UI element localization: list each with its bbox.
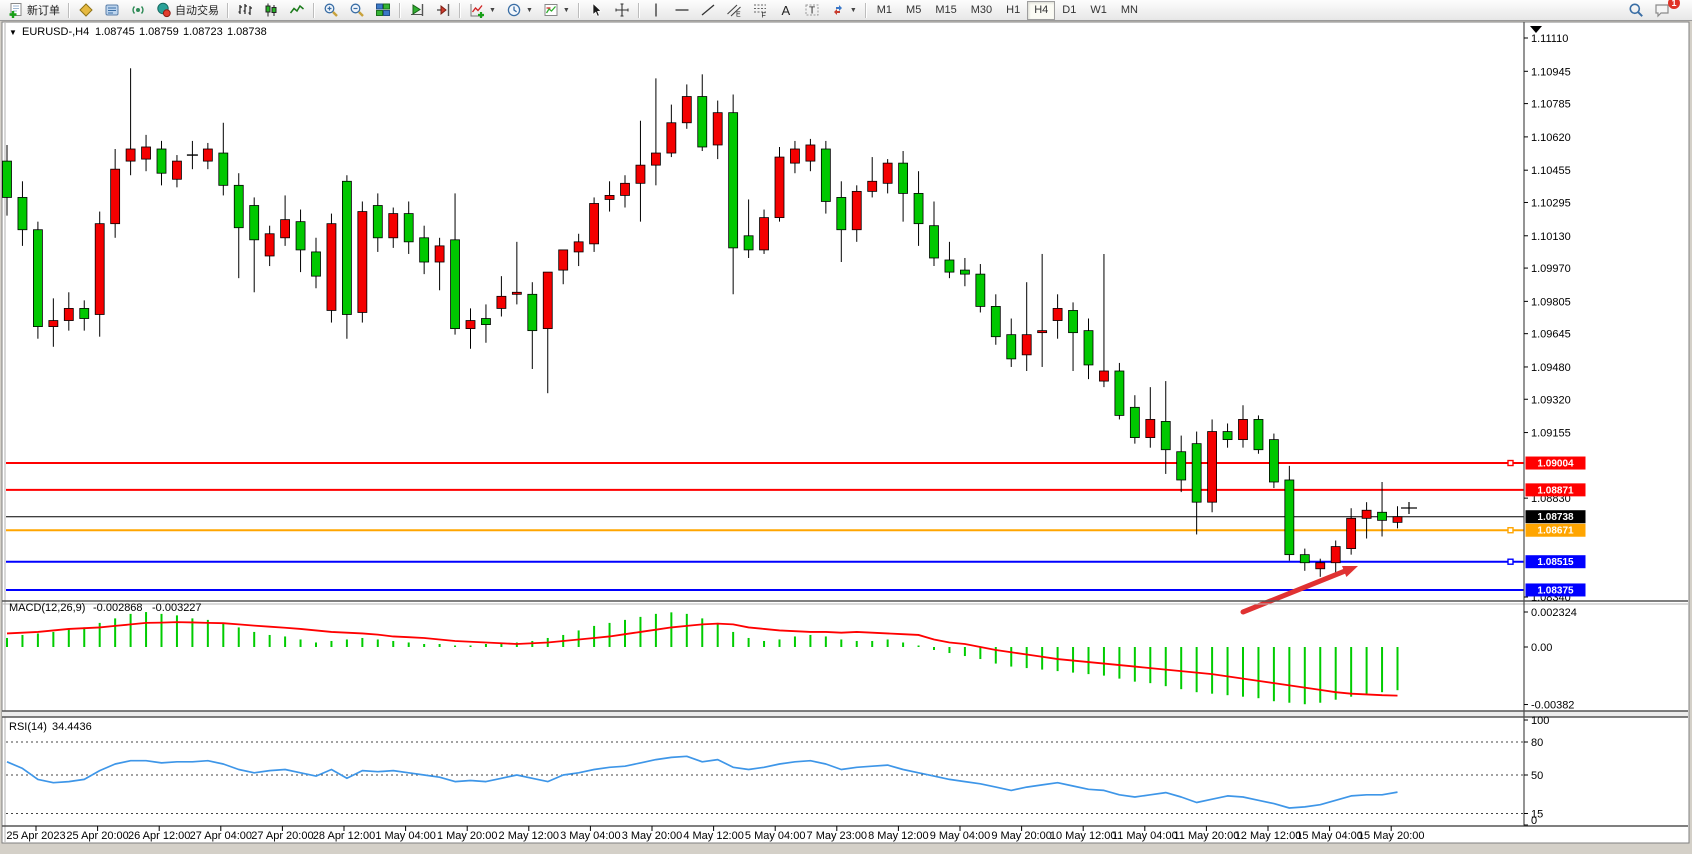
rsi-scale-label: 100 bbox=[1531, 715, 1549, 727]
main-chart-plot[interactable] bbox=[6, 23, 1524, 601]
title-close: 1.08738 bbox=[227, 26, 267, 38]
time-axis-label: 8 May 12:00 bbox=[868, 830, 929, 842]
chart-area: 1.11110 1.10945 1.10785 1.10620 1.10455 1.102… bbox=[0, 0, 1692, 854]
time-axis-label: 15 May 20:00 bbox=[1358, 830, 1425, 842]
chart-dropdown-icon: ▼ bbox=[9, 28, 17, 37]
time-axis-label: 25 Apr 2023 bbox=[6, 830, 65, 842]
price-axis-tick-label: 1.09155 bbox=[1531, 428, 1571, 440]
time-axis-label: 26 Apr 12:00 bbox=[128, 830, 190, 842]
price-level-badge-label: 1.08671 bbox=[1537, 526, 1574, 537]
time-axis-label: 25 Apr 20:00 bbox=[66, 830, 128, 842]
time-axis-label: 11 May 04:00 bbox=[1112, 830, 1178, 842]
title-open: 1.08745 bbox=[95, 26, 135, 38]
time-axis-label: 1 May 20:00 bbox=[437, 830, 498, 842]
price-axis-tick-label: 1.09480 bbox=[1531, 362, 1571, 374]
price-axis-tick-label: 1.10455 bbox=[1531, 165, 1571, 177]
time-axis-label: 2 May 12:00 bbox=[499, 830, 560, 842]
price-axis-tick-label: 1.10785 bbox=[1531, 99, 1571, 111]
time-axis-label: 11 May 20:00 bbox=[1173, 830, 1239, 842]
price-level-badge-label: 1.08515 bbox=[1537, 557, 1574, 568]
macd-scale-label: -0.00382 bbox=[1531, 700, 1574, 712]
time-axis-label: 9 May 20:00 bbox=[991, 830, 1052, 842]
rsi-plot[interactable] bbox=[6, 717, 1524, 826]
time-axis-label: 27 Apr 04:00 bbox=[190, 830, 252, 842]
price-axis-tick-label: 1.10295 bbox=[1531, 197, 1571, 209]
time-axis-label: 28 Apr 12:00 bbox=[313, 830, 375, 842]
time-axis-label: 10 May 12:00 bbox=[1050, 830, 1117, 842]
price-axis-tick-label: 1.10620 bbox=[1531, 132, 1571, 144]
price-axis-tick-label: 1.11110 bbox=[1531, 33, 1568, 45]
price-axis-tick-label: 1.09805 bbox=[1531, 296, 1571, 308]
price-level-badge-label: 1.08871 bbox=[1537, 485, 1574, 496]
rsi-scale-label: 50 bbox=[1531, 770, 1543, 782]
mt4-window: 新订单自动交易▼▼▼EFAT▼M1M5M15M30H1H4D1W1MN1 1.1… bbox=[0, 0, 1692, 854]
price-level-badge-label: 1.09004 bbox=[1537, 459, 1574, 470]
price-axis-tick-label: 1.10945 bbox=[1531, 66, 1571, 78]
price-level-badge-label: 1.08738 bbox=[1537, 512, 1574, 523]
price-level-badge-label: 1.08375 bbox=[1537, 585, 1574, 596]
price-axis-tick-label: 1.09645 bbox=[1531, 329, 1571, 341]
time-axis-label: 4 May 12:00 bbox=[683, 830, 744, 842]
macd-plot[interactable] bbox=[6, 604, 1524, 711]
chart-symbol: EURUSD-,H4 bbox=[22, 26, 89, 38]
time-axis-label: 27 Apr 20:00 bbox=[251, 830, 313, 842]
time-axis-label: 15 May 04:00 bbox=[1296, 830, 1363, 842]
time-axis-label: 3 May 20:00 bbox=[622, 830, 683, 842]
time-axis-label: 7 May 23:00 bbox=[807, 830, 868, 842]
rsi-scale-label: 0 bbox=[1531, 815, 1537, 827]
time-axis-label: 3 May 04:00 bbox=[560, 830, 621, 842]
macd-scale-label: 0.00 bbox=[1531, 642, 1552, 654]
macd-label: MACD(12,26,9) -0.002868 -0.003227 bbox=[9, 602, 202, 614]
macd-scale-label: 0.002324 bbox=[1531, 607, 1577, 619]
rsi-scale-label: 80 bbox=[1531, 737, 1543, 749]
panel-separator[interactable] bbox=[2, 711, 1688, 717]
time-axis-label: 12 May 12:00 bbox=[1235, 830, 1302, 842]
time-axis-label: 5 May 04:00 bbox=[745, 830, 806, 842]
title-low: 1.08723 bbox=[183, 26, 223, 38]
time-axis-label: 1 May 04:00 bbox=[375, 830, 436, 842]
price-axis-tick-label: 1.09970 bbox=[1531, 263, 1571, 275]
price-axis-tick-label: 1.09320 bbox=[1531, 394, 1571, 406]
time-axis-label: 9 May 04:00 bbox=[930, 830, 991, 842]
title-high: 1.08759 bbox=[139, 26, 179, 38]
price-axis-tick-label: 1.10130 bbox=[1531, 231, 1571, 243]
